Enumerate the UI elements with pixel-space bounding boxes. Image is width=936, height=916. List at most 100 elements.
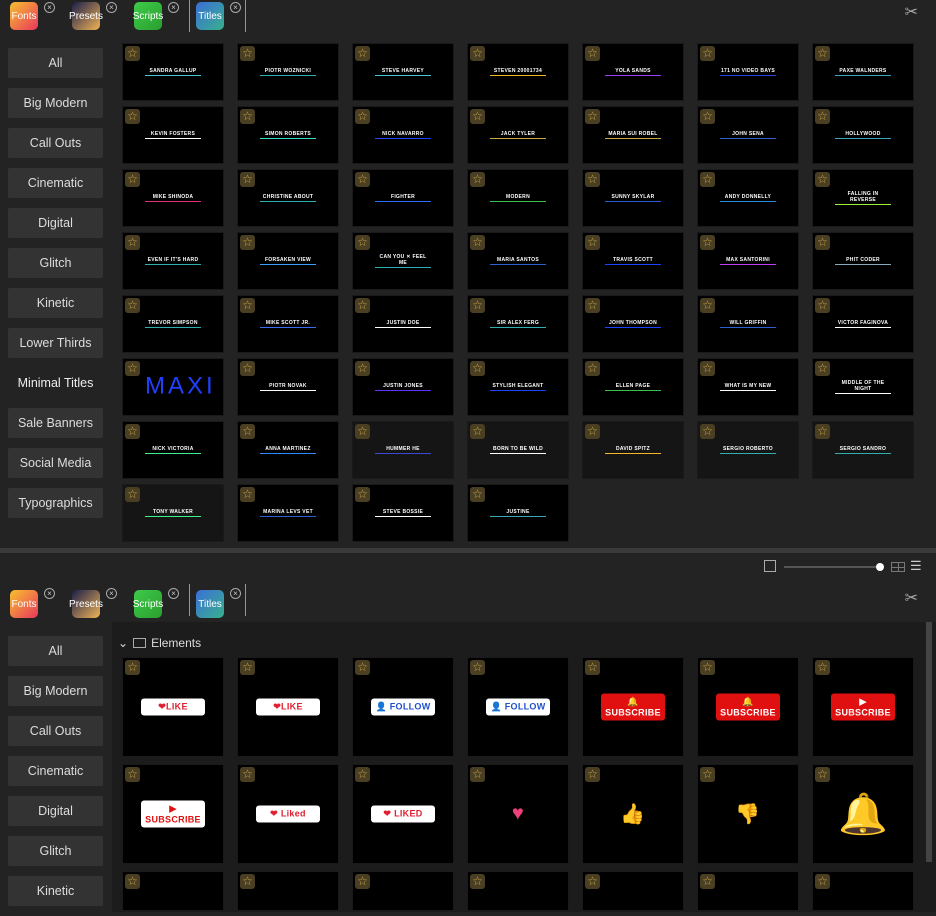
title-thumbnail[interactable]: ☆ CAN YOU ✕ FEEL ME	[352, 232, 454, 290]
category-kinetic[interactable]: Kinetic	[8, 876, 103, 906]
favorite-star-icon[interactable]: ☆	[585, 361, 600, 376]
close-icon[interactable]: ×	[44, 2, 55, 13]
title-thumbnail[interactable]: ☆ JUSTIN JONES	[352, 358, 454, 416]
favorite-star-icon[interactable]: ☆	[585, 660, 600, 675]
favorite-star-icon[interactable]: ☆	[125, 298, 140, 313]
element-thumbnail[interactable]: ☆ ❤LIKE	[122, 657, 224, 757]
tab-scripts[interactable]: Scripts	[133, 2, 163, 30]
favorite-star-icon[interactable]: ☆	[240, 298, 255, 313]
favorite-star-icon[interactable]: ☆	[240, 235, 255, 250]
favorite-star-icon[interactable]: ☆	[240, 767, 255, 782]
title-thumbnail[interactable]: ☆ NICK VICTORIA	[122, 421, 224, 479]
title-thumbnail[interactable]: ☆ DAVID SPITZ	[582, 421, 684, 479]
title-thumbnail[interactable]: ☆ JOHN SENA	[697, 106, 799, 164]
title-thumbnail[interactable]: ☆ MARIA SUI ROBEL	[582, 106, 684, 164]
title-thumbnail[interactable]: ☆ JUSTIN DOE	[352, 295, 454, 353]
element-thumbnail[interactable]: ☆ 👍	[582, 764, 684, 864]
favorite-star-icon[interactable]: ☆	[355, 361, 370, 376]
element-thumbnail[interactable]: ☆	[697, 871, 799, 911]
title-thumbnail[interactable]: ☆ TREVOR SIMPSON	[122, 295, 224, 353]
favorite-star-icon[interactable]: ☆	[700, 298, 715, 313]
favorite-star-icon[interactable]: ☆	[815, 235, 830, 250]
element-thumbnail[interactable]: ☆	[352, 871, 454, 911]
title-thumbnail[interactable]: ☆ VICTOR FAGINOVA	[812, 295, 914, 353]
favorite-star-icon[interactable]: ☆	[355, 46, 370, 61]
title-thumbnail[interactable]: ☆ JACK TYLER	[467, 106, 569, 164]
category-sale-banners[interactable]: Sale Banners	[8, 408, 103, 438]
title-thumbnail[interactable]: ☆ PIOTR WOZNICKI	[237, 43, 339, 101]
tools-icon[interactable]: ✂	[905, 588, 918, 608]
element-thumbnail[interactable]: ☆ ♥	[467, 764, 569, 864]
title-thumbnail[interactable]: ☆ SIMON ROBERTS	[237, 106, 339, 164]
title-thumbnail[interactable]: ☆ SUNNY SKYLAR	[582, 169, 684, 227]
tab-titles[interactable]: Titles	[196, 590, 224, 618]
favorite-star-icon[interactable]: ☆	[585, 235, 600, 250]
title-thumbnail[interactable]: ☆ KEVIN FOSTERS	[122, 106, 224, 164]
favorite-star-icon[interactable]: ☆	[125, 874, 140, 889]
favorite-star-icon[interactable]: ☆	[815, 424, 830, 439]
favorite-star-icon[interactable]: ☆	[700, 361, 715, 376]
tab-fonts[interactable]: Fonts	[10, 2, 38, 30]
title-thumbnail[interactable]: ☆ HUMMER HE	[352, 421, 454, 479]
title-thumbnail[interactable]: ☆ ELLEN PAGE	[582, 358, 684, 416]
favorite-star-icon[interactable]: ☆	[815, 361, 830, 376]
title-thumbnail[interactable]: ☆ MAX SANTORINI	[697, 232, 799, 290]
favorite-star-icon[interactable]: ☆	[125, 361, 140, 376]
title-thumbnail[interactable]: ☆ EVEN IF IT'S HARD	[122, 232, 224, 290]
favorite-star-icon[interactable]: ☆	[125, 46, 140, 61]
category-call-outs[interactable]: Call Outs	[8, 128, 103, 158]
favorite-star-icon[interactable]: ☆	[700, 874, 715, 889]
favorite-star-icon[interactable]: ☆	[700, 109, 715, 124]
title-thumbnail[interactable]: ☆ FORSAKEN VIEW	[237, 232, 339, 290]
favorite-star-icon[interactable]: ☆	[240, 424, 255, 439]
favorite-star-icon[interactable]: ☆	[125, 660, 140, 675]
title-thumbnail[interactable]: ☆ CHRISTINE ABOUT	[237, 169, 339, 227]
tab-fonts[interactable]: Fonts	[10, 590, 38, 618]
tab-presets[interactable]: Presets	[69, 590, 103, 618]
favorite-star-icon[interactable]: ☆	[815, 172, 830, 187]
favorite-star-icon[interactable]: ☆	[815, 660, 830, 675]
favorite-star-icon[interactable]: ☆	[240, 109, 255, 124]
favorite-star-icon[interactable]: ☆	[585, 172, 600, 187]
favorite-star-icon[interactable]: ☆	[125, 487, 140, 502]
favorite-star-icon[interactable]: ☆	[355, 487, 370, 502]
tab-presets[interactable]: Presets	[69, 2, 103, 30]
element-thumbnail[interactable]: ☆ ▶ SUBSCRIBE	[812, 657, 914, 757]
favorite-star-icon[interactable]: ☆	[240, 172, 255, 187]
title-thumbnail[interactable]: ☆ STEVE BOSSIE	[352, 484, 454, 542]
favorite-star-icon[interactable]: ☆	[585, 109, 600, 124]
favorite-star-icon[interactable]: ☆	[585, 46, 600, 61]
title-thumbnail[interactable]: ☆ MARIA SANTOS	[467, 232, 569, 290]
category-cinematic[interactable]: Cinematic	[8, 756, 103, 786]
element-thumbnail[interactable]: ☆ ❤ Liked	[237, 764, 339, 864]
element-thumbnail[interactable]: ☆	[582, 871, 684, 911]
title-thumbnail[interactable]: ☆ STYLISH ELEGANT	[467, 358, 569, 416]
element-thumbnail[interactable]: ☆ 👤 FOLLOW	[467, 657, 569, 757]
favorite-star-icon[interactable]: ☆	[355, 298, 370, 313]
close-icon[interactable]: ×	[168, 2, 179, 13]
category-typographics[interactable]: Typographics	[8, 488, 103, 518]
title-thumbnail[interactable]: ☆ YOLA SANDS	[582, 43, 684, 101]
favorite-star-icon[interactable]: ☆	[470, 487, 485, 502]
favorite-star-icon[interactable]: ☆	[815, 767, 830, 782]
category-all[interactable]: All	[8, 636, 103, 666]
title-thumbnail[interactable]: ☆ SANDRA GALLUP	[122, 43, 224, 101]
title-thumbnail[interactable]: ☆ 171 NO VIDEO BAYS	[697, 43, 799, 101]
close-icon[interactable]: ×	[44, 588, 55, 599]
element-thumbnail[interactable]: ☆ 🔔 SUBSCRIBE	[697, 657, 799, 757]
favorite-star-icon[interactable]: ☆	[815, 874, 830, 889]
favorite-star-icon[interactable]: ☆	[815, 109, 830, 124]
favorite-star-icon[interactable]: ☆	[240, 874, 255, 889]
title-thumbnail[interactable]: ☆ JUSTINE	[467, 484, 569, 542]
element-thumbnail[interactable]: ☆ ❤LIKE	[237, 657, 339, 757]
title-thumbnail[interactable]: ☆ SERGIO ROBERTO	[697, 421, 799, 479]
favorite-star-icon[interactable]: ☆	[700, 235, 715, 250]
title-thumbnail[interactable]: ☆ FALLING IN REVERSE	[812, 169, 914, 227]
favorite-star-icon[interactable]: ☆	[700, 172, 715, 187]
favorite-star-icon[interactable]: ☆	[585, 298, 600, 313]
title-thumbnail[interactable]: ☆ MIKE SCOTT JR.	[237, 295, 339, 353]
category-lower-thirds[interactable]: Lower Thirds	[8, 328, 103, 358]
favorite-star-icon[interactable]: ☆	[470, 109, 485, 124]
category-kinetic[interactable]: Kinetic	[8, 288, 103, 318]
list-view-icon[interactable]: ☰	[910, 558, 922, 574]
